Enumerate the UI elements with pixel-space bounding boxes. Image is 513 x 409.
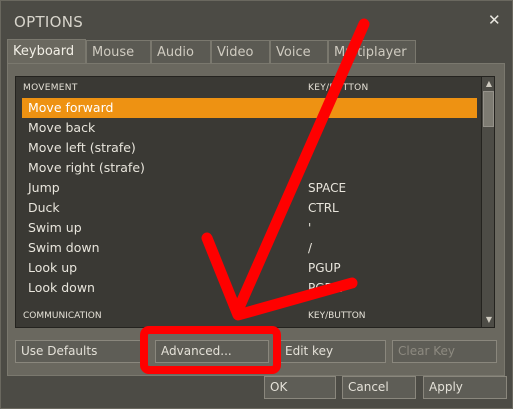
binding-key: PGDN	[308, 281, 343, 295]
binding-action: Move left (strafe)	[28, 140, 136, 155]
binding-key: /	[308, 241, 313, 255]
binding-action: Duck	[28, 200, 60, 215]
ok-button[interactable]: OK	[264, 376, 336, 399]
binding-row-move-right[interactable]: Move right (strafe)	[22, 158, 477, 178]
binding-row-jump[interactable]: Jump SPACE	[22, 178, 477, 198]
binding-action: Look down	[28, 280, 95, 295]
binding-action: Swim up	[28, 220, 82, 235]
section-key-button-label: KEY/BUTTON	[308, 311, 366, 321]
options-dialog: OPTIONS ✕ Keyboard Mouse Audio Video Voi…	[0, 0, 513, 409]
binding-row-swim-down[interactable]: Swim down /	[22, 238, 477, 258]
list-scrollbar[interactable]: ▲ ▼	[481, 77, 494, 327]
binding-key: CTRL	[308, 201, 339, 215]
binding-key: SPACE	[308, 181, 347, 195]
binding-row-swim-up[interactable]: Swim up '	[22, 218, 477, 238]
binding-row-move-forward[interactable]: Move forward	[22, 98, 477, 118]
tab-voice[interactable]: Voice	[270, 40, 328, 63]
use-defaults-button[interactable]: Use Defaults	[15, 340, 141, 363]
window-title: OPTIONS	[14, 13, 84, 31]
tab-keyboard[interactable]: Keyboard	[7, 39, 86, 64]
binding-key: PGUP	[308, 261, 341, 275]
binding-action: Move forward	[28, 100, 114, 115]
section-header-communication: COMMUNICATION KEY/BUTTON	[23, 311, 473, 321]
scroll-down-icon[interactable]: ▼	[482, 314, 494, 326]
scroll-thumb[interactable]	[483, 91, 494, 127]
tab-mouse[interactable]: Mouse	[86, 40, 151, 63]
clear-key-button[interactable]: Clear Key	[392, 340, 497, 363]
tab-video[interactable]: Video	[211, 40, 270, 63]
advanced-button[interactable]: Advanced...	[155, 340, 269, 363]
list-header: MOVEMENT KEY/BUTTON	[23, 83, 473, 93]
close-icon[interactable]: ✕	[488, 11, 501, 29]
binding-action: Jump	[28, 180, 60, 195]
key-binding-list[interactable]: MOVEMENT KEY/BUTTON Move forward Move ba…	[15, 76, 495, 328]
section-communication-label: COMMUNICATION	[23, 311, 102, 321]
binding-action: Move right (strafe)	[28, 160, 145, 175]
header-key-button: KEY/BUTTON	[308, 83, 369, 93]
tab-audio[interactable]: Audio	[151, 40, 211, 63]
binding-rows: Move forward Move back Move left (strafe…	[22, 98, 477, 298]
binding-key: '	[308, 221, 312, 235]
cancel-button[interactable]: Cancel	[342, 376, 416, 399]
edit-key-button[interactable]: Edit key	[279, 340, 386, 363]
binding-row-look-up[interactable]: Look up PGUP	[22, 258, 477, 278]
binding-row-move-left[interactable]: Move left (strafe)	[22, 138, 477, 158]
scroll-up-icon[interactable]: ▲	[482, 78, 494, 90]
binding-row-look-down[interactable]: Look down PGDN	[22, 278, 477, 298]
binding-row-move-back[interactable]: Move back	[22, 118, 477, 138]
binding-row-duck[interactable]: Duck CTRL	[22, 198, 477, 218]
binding-action: Move back	[28, 120, 96, 135]
binding-action: Swim down	[28, 240, 100, 255]
tab-multiplayer[interactable]: Multiplayer	[328, 40, 416, 63]
binding-action: Look up	[28, 260, 78, 275]
apply-button[interactable]: Apply	[423, 376, 507, 399]
header-movement: MOVEMENT	[23, 83, 78, 93]
